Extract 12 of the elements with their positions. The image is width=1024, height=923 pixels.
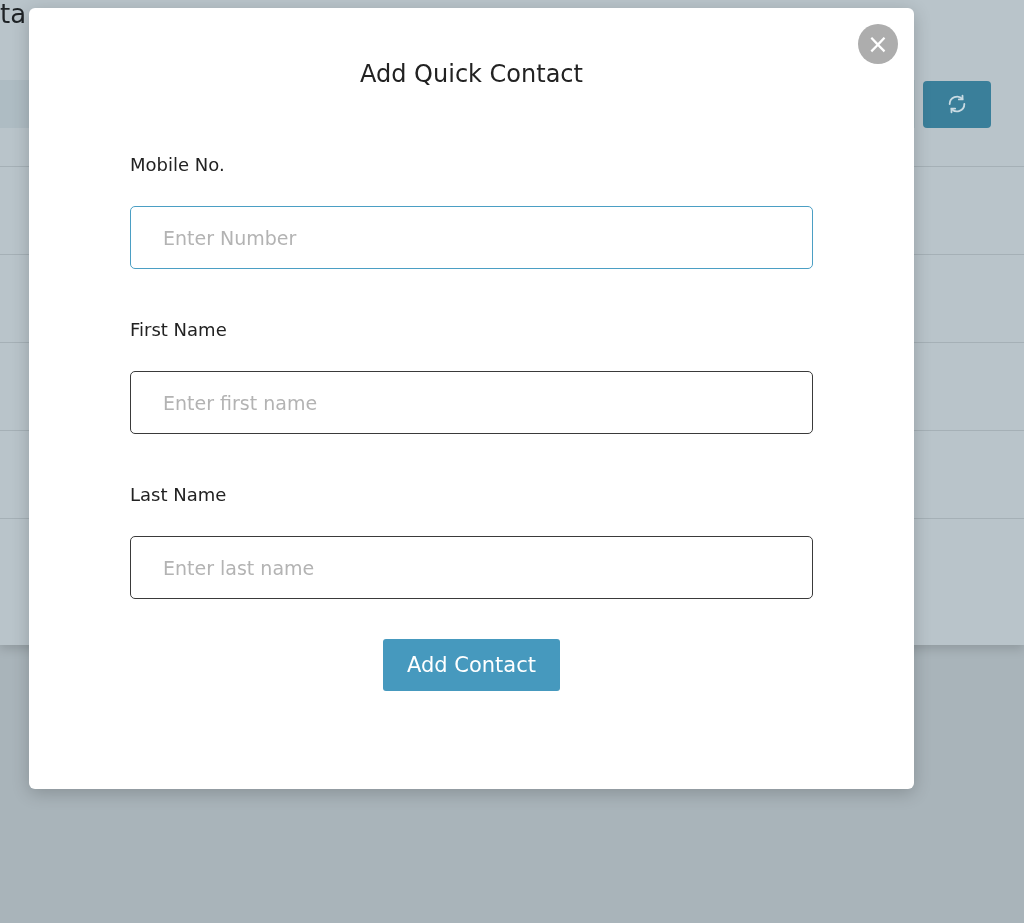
close-button[interactable]: × bbox=[858, 24, 898, 64]
modal-title: Add Quick Contact bbox=[359, 60, 584, 88]
field-label: Mobile No. bbox=[130, 154, 226, 175]
input-field[interactable]: Enter last name bbox=[130, 536, 813, 599]
field-label: Last Name bbox=[130, 484, 228, 505]
refresh-icon bbox=[946, 93, 968, 115]
refresh-button[interactable] bbox=[923, 80, 991, 128]
page-heading: ta bbox=[0, 0, 27, 30]
field-label: First Name bbox=[130, 319, 228, 340]
input-field[interactable]: Enter first name bbox=[130, 371, 813, 434]
add-contact-button[interactable]: Add Contact bbox=[383, 639, 560, 691]
input-field[interactable]: Enter Number bbox=[130, 206, 813, 269]
